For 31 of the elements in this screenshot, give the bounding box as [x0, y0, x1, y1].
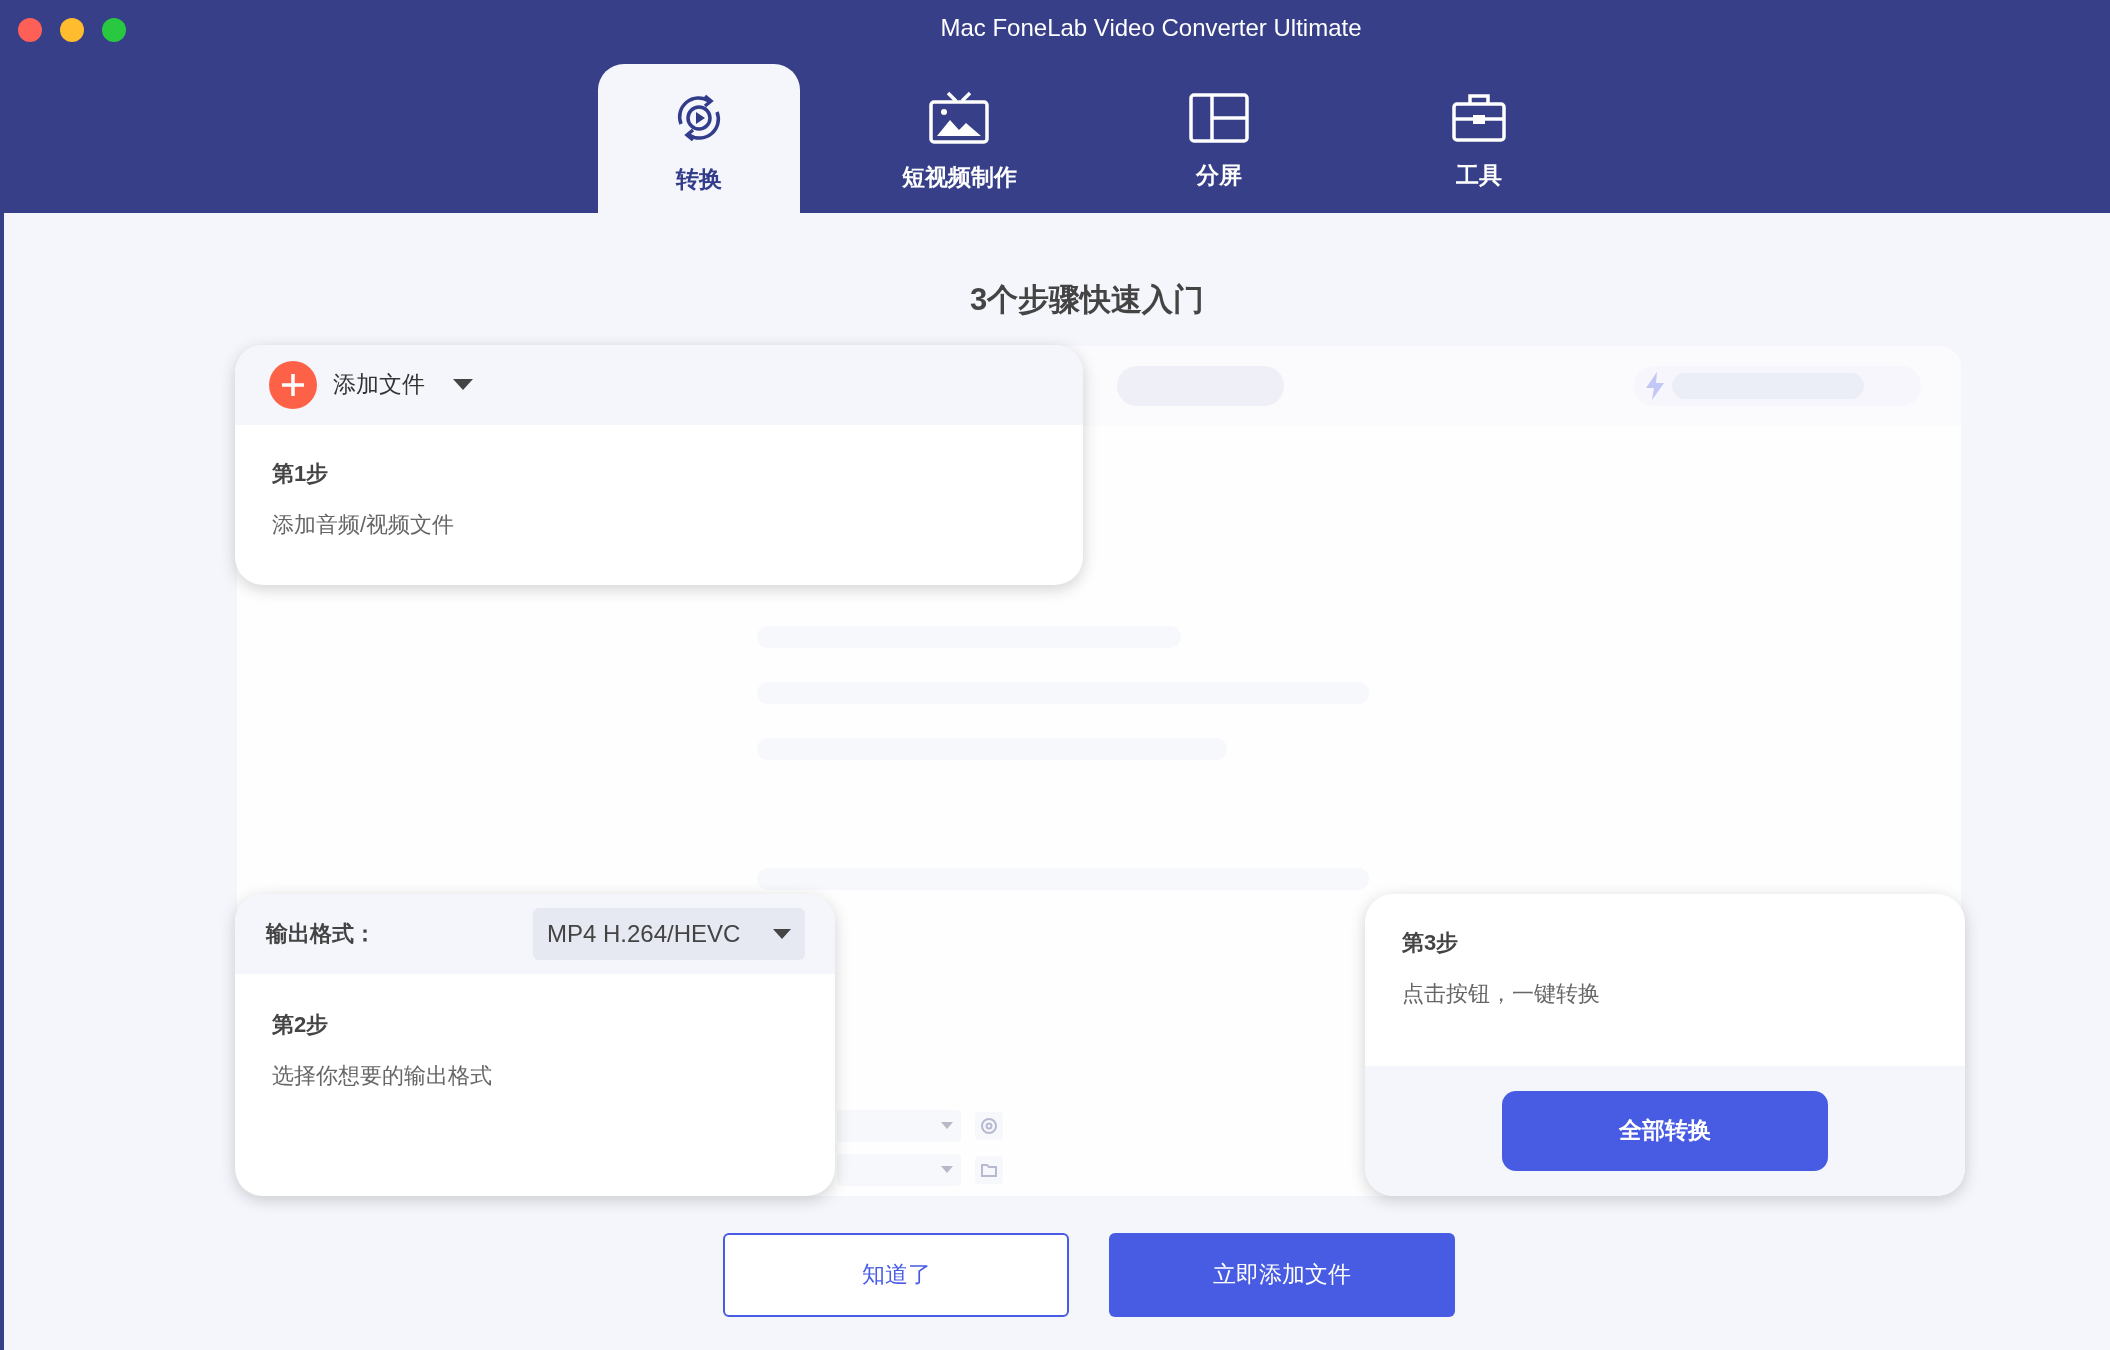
lightning-icon: [1644, 370, 1667, 401]
tv-image-icon: [928, 90, 990, 147]
tab[interactable]: 短视频制作: [858, 64, 1060, 213]
got-it-button[interactable]: 知道了: [723, 1232, 1069, 1317]
step-description: 添加音频/视频文件: [272, 510, 456, 539]
split-layout-icon: [1188, 92, 1250, 145]
window-title: Mac FoneLab Video Converter Ultimate: [940, 13, 1362, 43]
tab[interactable]: 转换: [598, 64, 800, 213]
step-description: 选择你想要的输出格式: [272, 1061, 493, 1090]
add-file-button[interactable]: 添加文件: [269, 360, 425, 409]
toolbox-icon: [1451, 92, 1507, 145]
caret-icon: [773, 928, 791, 939]
tab[interactable]: 分屏: [1118, 64, 1320, 213]
caret-icon: [941, 1122, 953, 1129]
heading: 3个步骤快速入门: [969, 281, 1205, 319]
convert-all-button[interactable]: 全部转换: [1502, 1090, 1828, 1171]
zoom-button[interactable]: [102, 18, 126, 42]
step-title: 第2步: [272, 1010, 330, 1039]
add-file-now-button[interactable]: 立即添加文件: [1109, 1232, 1455, 1317]
format-dropdown[interactable]: MP4 H.264/HEVC: [533, 907, 805, 960]
caret-icon: [941, 1166, 953, 1173]
step-description: 点击按钮，一键转换: [1402, 979, 1601, 1008]
caret-icon[interactable]: [453, 379, 473, 390]
folder-icon: [975, 1155, 1003, 1184]
step-title: 第1步: [272, 459, 330, 488]
tab[interactable]: 工具: [1378, 64, 1580, 213]
close-button[interactable]: [18, 18, 42, 42]
step-title: 第3步: [1402, 928, 1460, 957]
plus-icon: [269, 360, 317, 409]
output-format-label: 输出格式：: [266, 920, 376, 948]
minimize-button[interactable]: [60, 18, 84, 42]
